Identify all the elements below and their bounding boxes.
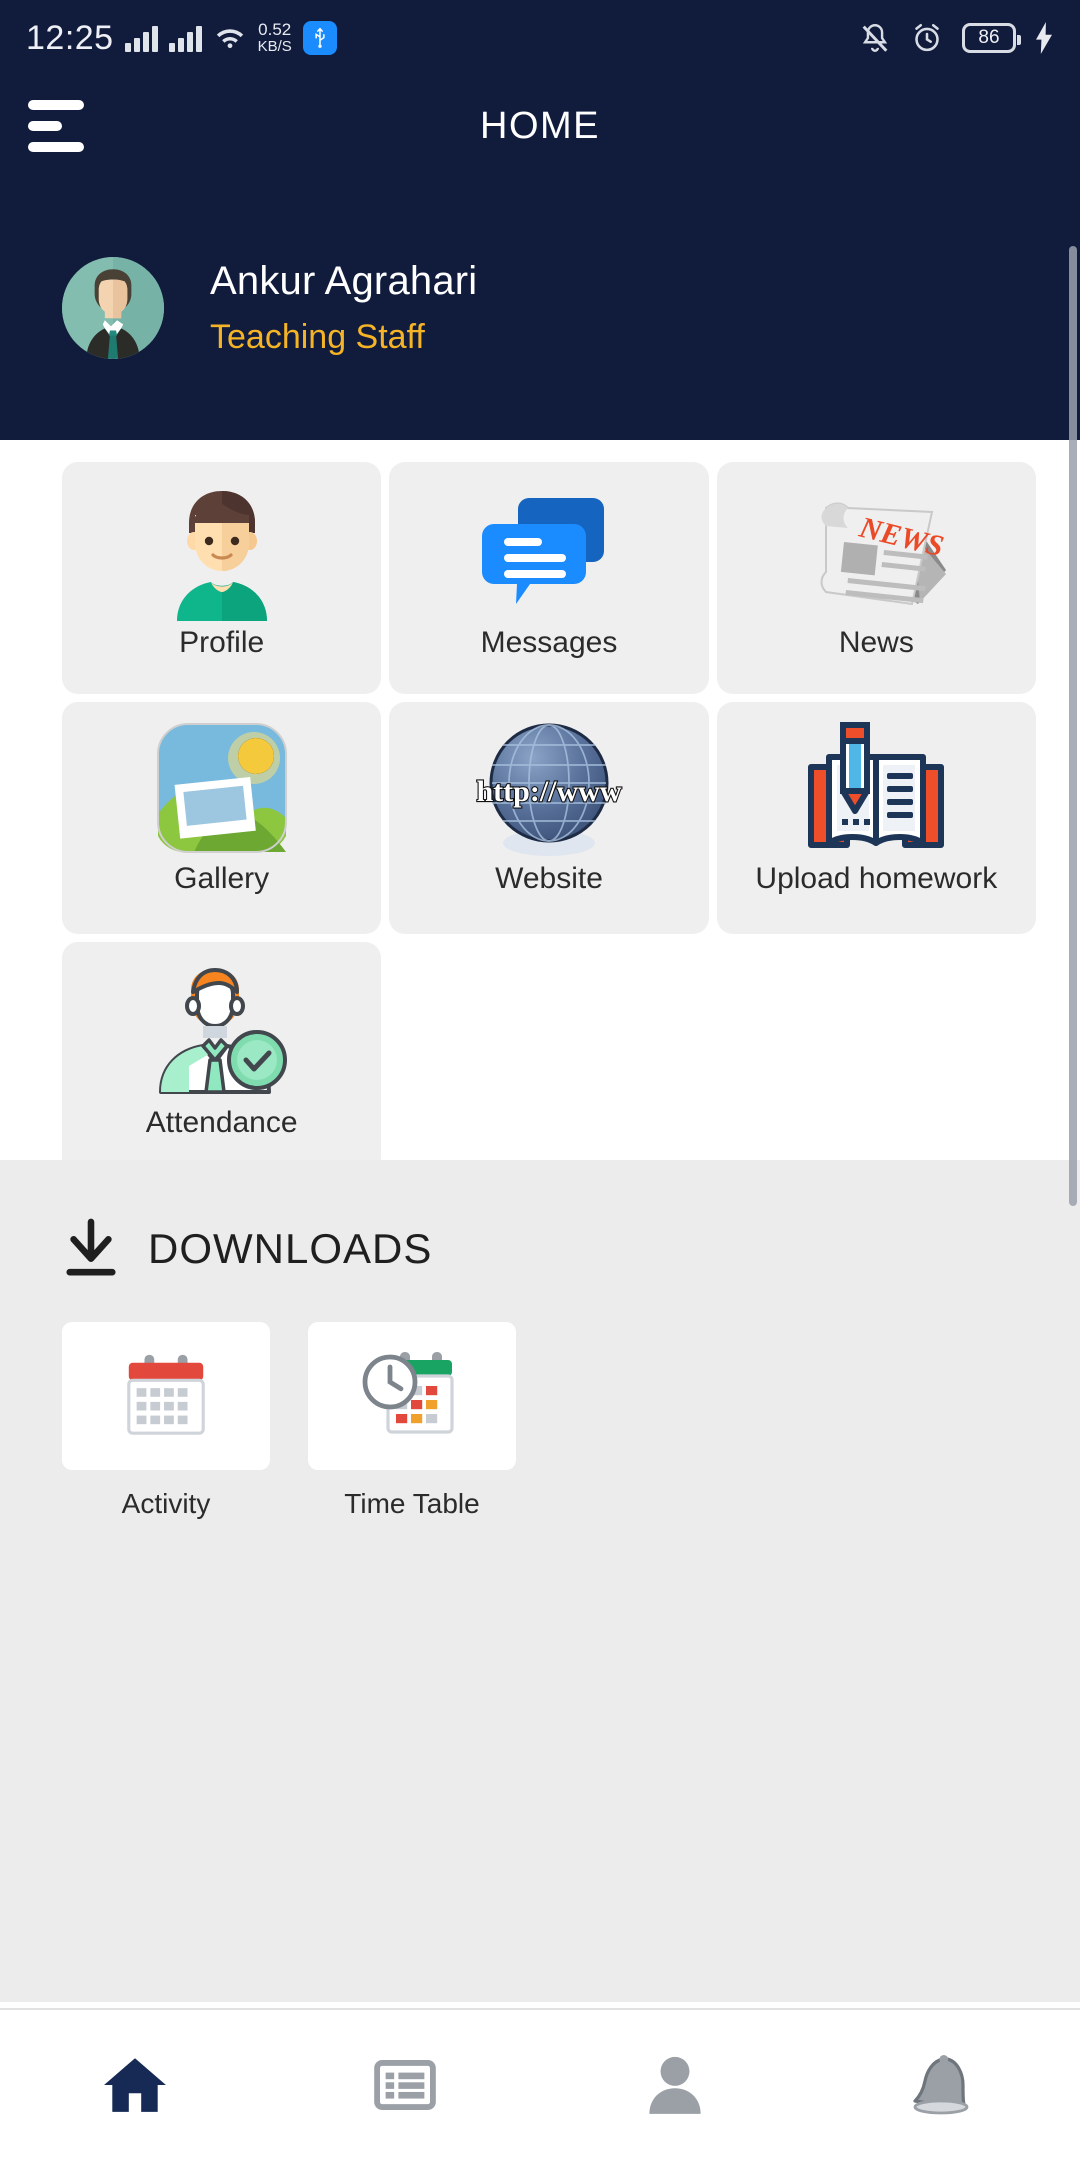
page-title: HOME [480,104,600,147]
app-bar: HOME [0,76,1080,176]
nav-item-home[interactable] [0,2010,270,2160]
grid-tile-label: News [838,626,914,659]
profile-header[interactable]: Ankur Agrahari Teaching Staff [0,176,1080,440]
grid-tile-attendance[interactable]: Attendance [62,942,382,1174]
status-bar-right: 86 [858,21,1054,55]
status-time: 12:25 [26,18,114,57]
network-speed-unit: KB/S [257,38,292,55]
grid-tile-label: Website [495,862,603,895]
grid-tile-label: Messages [480,626,618,659]
grid-tile-profile[interactable]: Profile [62,462,382,694]
nav-item-account[interactable] [540,2010,810,2160]
download-item-label: Time Table [344,1488,480,1519]
book-pencil-icon [801,720,951,860]
clock-calendar-icon [362,1352,454,1434]
photo-gallery-icon [150,720,294,860]
person-icon [649,2056,701,2114]
download-card [62,1322,270,1470]
network-speed: 0.52 KB/S [258,21,292,55]
status-bar: 12:25 0.52 KB/S 86 [0,0,1080,76]
profile-name: Ankur Agrahari [210,259,478,303]
usb-icon [302,21,337,55]
hamburger-menu-icon[interactable] [28,99,98,153]
wifi-icon [216,29,243,49]
main-grid-section: Profile Messages NEWS News Gallery http:… [0,440,1080,1174]
profile-boy-icon [147,480,297,621]
network-speed-value: 0.52 [258,20,292,39]
battery-level: 86 [978,27,1000,48]
avatar [62,257,164,359]
bottom-navigation [0,2008,1080,2160]
grid-tile-gallery[interactable]: Gallery [62,702,382,934]
grid-tile-label: Profile [179,626,265,659]
downloads-list: Activity Time Table [62,1322,1080,1520]
signal-bars-sim2-icon [168,24,202,52]
grid-tile-upload-homework[interactable]: Upload homework [716,702,1036,934]
page-scrollbar[interactable] [1069,246,1077,1206]
download-card [308,1322,516,1470]
home-icon [104,2058,166,2112]
download-item-time-table[interactable]: Time Table [308,1322,516,1520]
mute-bell-icon [862,24,888,52]
globe-icon-text: http://www [476,775,621,808]
nav-item-notifications[interactable] [810,2010,1080,2160]
downloads-title: DOWNLOADS [148,1225,433,1272]
battery-icon: 86 [962,23,1021,53]
status-bar-left: 12:25 0.52 KB/S [26,19,337,58]
downloads-section: DOWNLOADS Activity Time Table [0,1160,1080,2002]
person-check-icon [147,960,297,1100]
chat-bubbles-icon [474,480,624,620]
feature-grid: Profile Messages NEWS News Gallery http:… [62,462,1036,1174]
download-item-label: Activity [121,1488,211,1519]
bell-icon [913,2055,969,2115]
calendar-icon [127,1354,205,1435]
grid-tile-label: Gallery [174,862,270,895]
nav-item-list[interactable] [270,2010,540,2160]
globe-icon: http://www [469,720,629,860]
grid-tile-messages[interactable]: Messages [389,462,709,694]
downloads-header: DOWNLOADS [62,1218,1080,1280]
profile-text: Ankur Agrahari Teaching Staff [210,259,477,357]
grid-tile-label: Upload homework [755,862,998,895]
signal-bars-sim1-icon [124,24,158,52]
newspaper-icon: NEWS [796,480,956,620]
charging-bolt-icon [1036,22,1052,54]
grid-tile-label: Attendance [145,1106,298,1139]
grid-tile-website[interactable]: http://www Website [389,702,709,934]
download-arrow-icon [66,1218,116,1276]
profile-role: Teaching Staff [210,318,425,356]
grid-tile-news[interactable]: NEWS News [716,462,1036,694]
download-item-activity[interactable]: Activity [62,1322,270,1520]
app-screen: 12:25 0.52 KB/S 86 HOME Ankur Agrahari T… [0,0,1080,2160]
alarm-clock-icon [915,23,939,52]
list-icon [374,2060,436,2110]
